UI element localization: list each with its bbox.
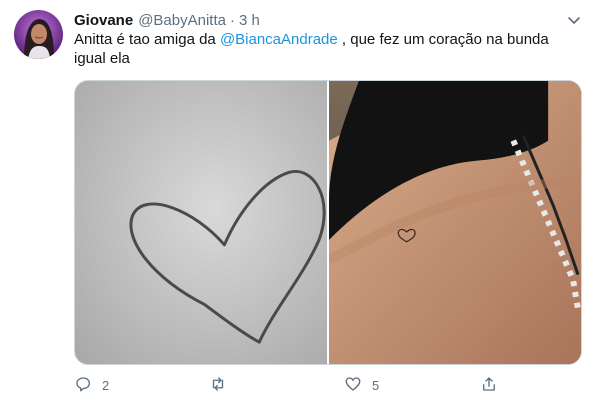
heart-drawing-image[interactable] [75, 81, 327, 364]
author-handle[interactable]: @BabyAnitta [138, 12, 226, 29]
retweet-icon [209, 375, 227, 396]
reply-button[interactable]: 2 [74, 374, 109, 396]
heart-icon [344, 375, 362, 396]
like-button[interactable]: 5 [344, 374, 379, 396]
tweet-header: Giovane @BabyAnitta · 3 h [74, 10, 260, 30]
timestamp[interactable]: 3 h [239, 12, 260, 29]
action-bar: 2 5 [74, 374, 514, 398]
share-icon [480, 375, 498, 396]
heart-tattoo-image[interactable] [329, 81, 581, 364]
tweet-text: Anitta é tao amiga da @BiancaAndrade , q… [74, 30, 574, 68]
separator-dot: · [229, 11, 235, 29]
retweet-button[interactable] [209, 374, 237, 396]
like-count: 5 [372, 377, 380, 393]
mention-link[interactable]: @BiancaAndrade [220, 31, 338, 48]
media-grid [74, 80, 582, 365]
chevron-down-icon[interactable] [565, 11, 583, 29]
avatar[interactable] [14, 10, 63, 59]
reply-icon [74, 375, 92, 396]
author-name[interactable]: Giovane [74, 12, 133, 29]
tweet-text-start: Anitta é tao amiga da [74, 31, 220, 48]
tweet-card[interactable]: Giovane @BabyAnitta · 3 h Anitta é tao a… [0, 0, 599, 404]
share-button[interactable] [480, 374, 498, 396]
reply-count: 2 [102, 377, 110, 393]
